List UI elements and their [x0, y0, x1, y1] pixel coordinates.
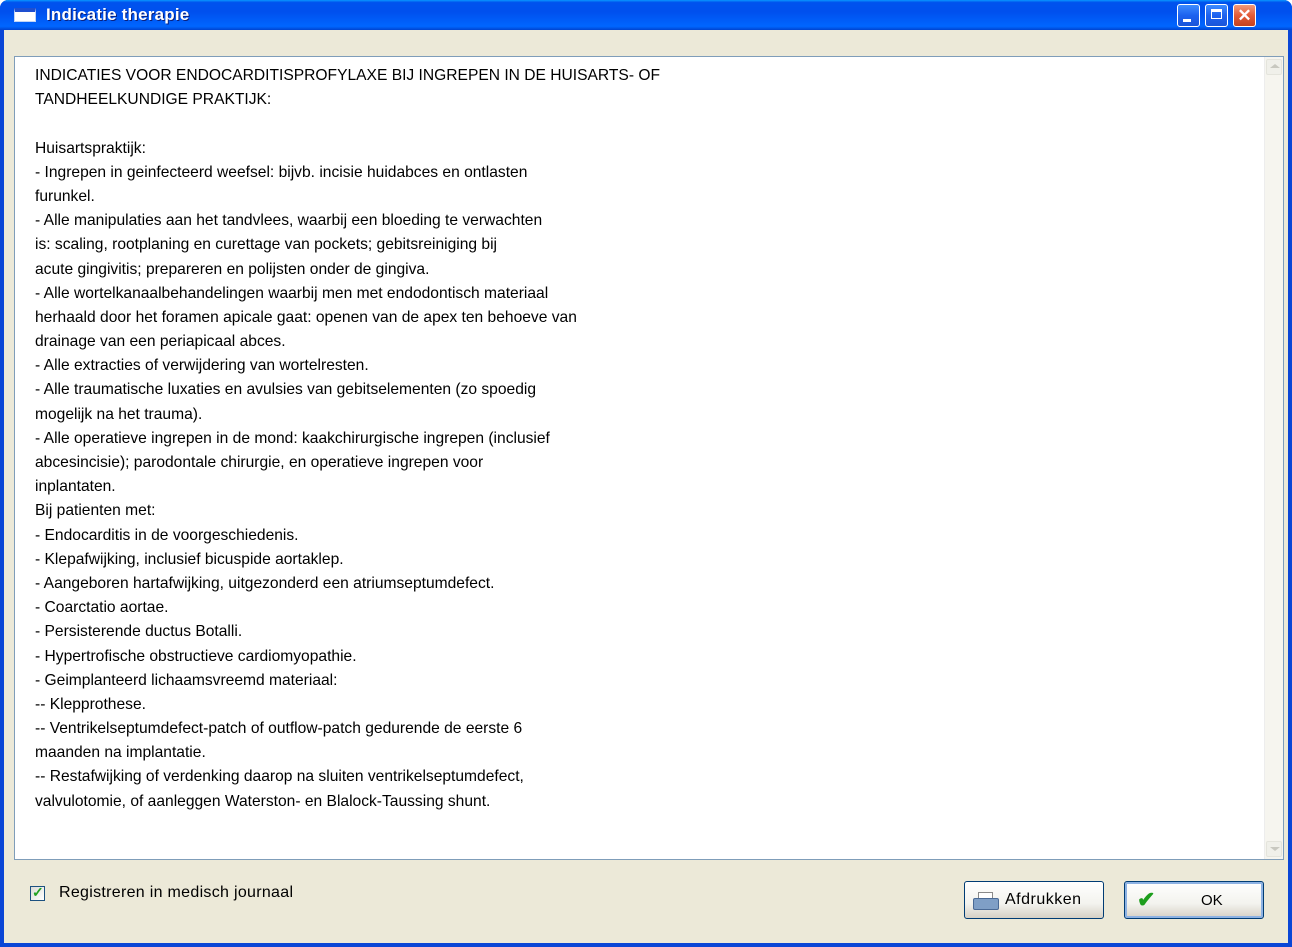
text-line: - Geimplanteerd lichaamsvreemd materiaal… — [35, 671, 338, 689]
text-line: furunkel. — [35, 187, 95, 205]
ok-button-label: OK — [1201, 892, 1223, 909]
checkmark-icon: ✓ — [32, 884, 44, 900]
maximize-icon — [1211, 9, 1222, 19]
text-line: - Persisterende ductus Botalli. — [35, 623, 243, 641]
text-line: - Alle traumatische luxaties en avulsies… — [35, 381, 537, 399]
close-icon: ✕ — [1237, 6, 1252, 25]
arrow-up-icon — [1270, 64, 1280, 68]
text-line: - Endocarditis in de voorgeschiedenis. — [35, 526, 299, 544]
text-line: abcesincisie); parodontale chirurgie, en… — [35, 454, 484, 471]
text-line: - Aangeboren hartafwijking, uitgezonderd… — [35, 574, 495, 592]
ok-checkmark-icon: ✔ — [1137, 887, 1156, 912]
therapy-text: INDICATIES VOOR ENDOCARDITISPROFYLAXE BI… — [35, 64, 1235, 814]
text-line: INDICATIES VOOR ENDOCARDITISPROFYLAXE BI… — [35, 67, 660, 84]
text-line: - Alle extracties of verwijdering van wo… — [35, 357, 369, 375]
text-line: - Coarctatio aortae. — [35, 599, 169, 617]
text-line: inplantaten. — [35, 478, 116, 496]
text-line: valvulotomie, of aanleggen Waterston- en… — [35, 792, 491, 810]
text-line: herhaald door het foramen apicale gaat: … — [35, 308, 577, 326]
window-title: Indicatie therapie — [46, 5, 190, 24]
text-line: acute gingivitis; prepareren en polijste… — [35, 260, 430, 278]
text-line: - Ingrepen in geinfecteerd weefsel: bijv… — [35, 163, 528, 181]
text-line: -- Klepprothese. — [35, 695, 146, 713]
text-line: drainage van een periapicaal abces. — [35, 333, 286, 351]
window-icon — [14, 8, 36, 22]
register-journal-checkbox[interactable]: ✓ — [30, 884, 45, 901]
text-line: -- Ventrikelseptumdefect-patch of outflo… — [35, 720, 523, 738]
text-line: - Alle operatieve ingrepen in de mond: k… — [35, 429, 550, 447]
text-line: maanden na implantatie. — [35, 744, 206, 762]
therapy-text-area[interactable]: INDICATIES VOOR ENDOCARDITISPROFYLAXE BI… — [14, 56, 1284, 860]
text-line: - Hypertrofische obstructieve cardiomyop… — [35, 647, 357, 665]
dialog-window: Indicatie therapie ✕ INDICATIES VOOR END… — [0, 0, 1292, 947]
printer-icon — [973, 892, 999, 910]
text-line: - Alle wortelkanaalbehandelingen waarbij… — [35, 284, 549, 302]
arrow-down-icon — [1270, 847, 1280, 851]
print-button[interactable]: Afdrukken — [964, 881, 1104, 919]
text-line: TANDHEELKUNDIGE PRAKTIJK: — [35, 91, 272, 109]
close-button[interactable]: ✕ — [1233, 4, 1256, 27]
print-button-label: Afdrukken — [1005, 891, 1082, 908]
text-line: Huisartspraktijk: — [35, 139, 146, 157]
text-line — [35, 112, 1235, 136]
text-line: Bij patienten met: — [35, 502, 156, 520]
register-journal-label[interactable]: Registreren in medisch journaal — [59, 884, 293, 902]
text-line: - Klepafwijking, inclusief bicuspide aor… — [35, 550, 344, 568]
scroll-down-button[interactable] — [1266, 841, 1282, 857]
vertical-scrollbar[interactable] — [1264, 57, 1283, 859]
minimize-icon — [1183, 19, 1191, 22]
minimize-button[interactable] — [1177, 4, 1200, 27]
maximize-button[interactable] — [1205, 4, 1228, 27]
ok-button[interactable]: ✔ OK — [1124, 881, 1264, 919]
scroll-up-button[interactable] — [1266, 59, 1282, 75]
text-line: is: scaling, rootplaning en curettage va… — [35, 236, 498, 254]
text-line: - Alle manipulaties aan het tandvlees, w… — [35, 212, 543, 230]
text-line: mogelijk na het trauma). — [35, 405, 203, 423]
text-line: -- Restafwijking of verdenking daarop na… — [35, 768, 524, 786]
title-bar[interactable]: Indicatie therapie ✕ — [0, 0, 1292, 30]
